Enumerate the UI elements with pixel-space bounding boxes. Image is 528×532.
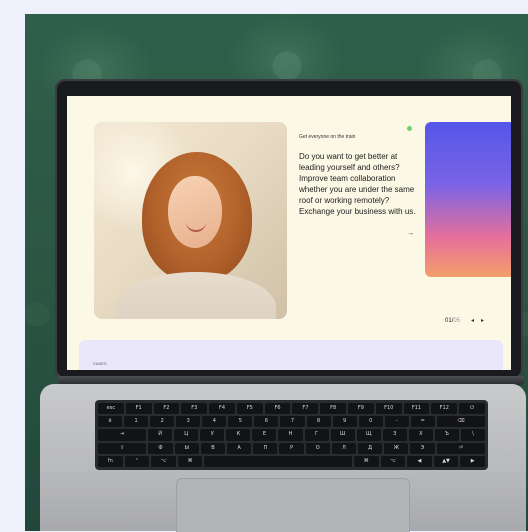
keyboard-key[interactable]: \ (460, 429, 485, 441)
keyboard-key[interactable]: ⌥ (380, 455, 406, 467)
keyboard-key[interactable]: Г (304, 429, 329, 441)
keyboard-key[interactable]: ◀ (407, 455, 432, 467)
keyboard-key[interactable]: Й (148, 429, 173, 441)
keyboard-key[interactable]: Р (279, 442, 304, 454)
keyboard-key[interactable]: 4 (202, 416, 227, 428)
keyboard-key[interactable]: 0 (358, 416, 383, 428)
keyboard-key[interactable]: ⌥ (151, 455, 176, 467)
keyboard-key[interactable]: П (253, 442, 278, 454)
keyboard-key[interactable]: Д (358, 442, 383, 454)
keyboard-key[interactable]: 9 (332, 416, 357, 428)
slide-counter: 01/05 (445, 318, 460, 324)
pager-current: 01 (445, 318, 452, 324)
keyboard-key[interactable]: В (200, 442, 226, 454)
keyboard-key[interactable]: У (200, 429, 225, 441)
keyboard-key[interactable]: Э (410, 442, 435, 454)
keyboard-key[interactable]: F7 (292, 403, 319, 415)
keyboard-key[interactable]: Н (278, 429, 303, 441)
keyboard-key[interactable]: - (384, 416, 409, 428)
arrow-right-icon[interactable]: → (407, 230, 414, 237)
keyboard-key[interactable]: F4 (209, 403, 235, 415)
trackpad (176, 478, 410, 532)
keyboard-key[interactable]: Ъ (434, 429, 459, 441)
keyboard-key[interactable]: F5 (236, 403, 263, 415)
keyboard-key[interactable]: ▶ (460, 455, 485, 467)
keyboard-key[interactable]: 6 (254, 416, 279, 428)
face (168, 176, 222, 248)
keyboard-key[interactable]: Ж (384, 442, 409, 454)
keyboard-key[interactable]: ▲▼ (433, 455, 459, 467)
keyboard-key[interactable]: ⇥ (98, 429, 147, 441)
card-eyebrow: Get everyone on the train (299, 134, 356, 140)
chevron-left-icon[interactable]: ◂ (471, 317, 474, 324)
keyboard-key[interactable]: К (226, 429, 251, 441)
spacebar-key[interactable] (204, 455, 352, 467)
shirt (116, 272, 276, 319)
keyboard-key[interactable]: 7 (280, 416, 305, 428)
laptop-screen: Get everyone on the train Do you want to… (67, 96, 511, 370)
keyboard-key[interactable]: О (305, 442, 330, 454)
keyboard-key[interactable]: 2 (150, 416, 175, 428)
keyboard-key[interactable]: ⌫ (436, 416, 485, 428)
keyboard-key[interactable]: ⌘ (177, 455, 203, 467)
keyboard-key[interactable]: = (410, 416, 435, 428)
keyboard-row: ⇥ Й Ц У К Е Н Г Ш Щ З Х Ъ \ (98, 429, 485, 441)
keyboard-key[interactable]: F3 (181, 403, 208, 415)
keyboard: esc F1 F2 F3 F4 F5 F6 F7 F8 F9 F10 F11 F12 ⏻ ё 1 2 3 4 5 6 7 8… (95, 400, 488, 470)
keyboard-key[interactable]: esc (98, 403, 124, 415)
keyboard-key[interactable]: F1 (125, 403, 152, 415)
keyboard-row: ё 1 2 3 4 5 6 7 8 9 0- = ⌫ (98, 416, 485, 428)
keyboard-key[interactable]: Щ (356, 429, 381, 441)
keyboard-key[interactable]: F12 (431, 403, 458, 415)
keyboard-key[interactable]: F9 (348, 403, 374, 415)
keyboard-key[interactable]: F10 (375, 403, 402, 415)
cases-label: CASES (93, 361, 107, 366)
cases-panel (79, 340, 503, 370)
keyboard-key[interactable]: Х (408, 429, 433, 441)
next-slide-card[interactable] (425, 122, 511, 277)
keyboard-key[interactable]: Ц (174, 429, 199, 441)
pager-total: 05 (453, 318, 461, 324)
keyboard-key[interactable]: 3 (176, 416, 201, 428)
keyboard-key[interactable]: F11 (403, 403, 430, 415)
keyboard-key[interactable]: F2 (153, 403, 180, 415)
keyboard-key[interactable]: 5 (228, 416, 253, 428)
keyboard-key[interactable]: F8 (320, 403, 347, 415)
keyboard-key[interactable]: А (227, 442, 252, 454)
keyboard-key[interactable]: ⌘ (353, 455, 379, 467)
card-body: Do you want to get better at leading you… (299, 152, 416, 216)
keyboard-key[interactable]: ⏻ (459, 403, 485, 415)
keyboard-key[interactable]: Ш (330, 429, 355, 441)
keyboard-key[interactable]: F6 (264, 403, 291, 415)
chevron-right-icon[interactable]: ▸ (481, 317, 484, 324)
keyboard-key[interactable]: Ы (174, 442, 199, 454)
keyboard-row: fn ⌃ ⌥ ⌘ ⌘ ⌥ ◀ ▲▼ ▶ (98, 455, 485, 467)
keyboard-row: esc F1 F2 F3 F4 F5 F6 F7 F8 F9 F10 F11 F12 ⏻ (98, 403, 485, 415)
status-dot (407, 126, 412, 131)
portrait-image (94, 122, 287, 319)
keyboard-key[interactable]: Ф (148, 442, 173, 454)
info-card[interactable]: Get everyone on the train Do you want to… (295, 122, 419, 244)
keyboard-key[interactable]: Е (252, 429, 277, 441)
keyboard-key[interactable]: ё (98, 416, 123, 428)
keyboard-row: ⇪ Ф Ы В А П Р О Л Д Ж Э ⏎ (98, 442, 486, 454)
keyboard-key[interactable]: ⌃ (124, 455, 150, 467)
keyboard-key[interactable]: ⇪ (98, 442, 147, 454)
keyboard-key[interactable]: 8 (306, 416, 331, 428)
keyboard-key[interactable]: Л (331, 442, 357, 454)
keyboard-key[interactable]: 1 (124, 416, 149, 428)
keyboard-key[interactable]: fn (98, 455, 123, 467)
keyboard-key[interactable]: З (382, 429, 407, 441)
keyboard-key[interactable]: ⏎ (436, 442, 486, 454)
